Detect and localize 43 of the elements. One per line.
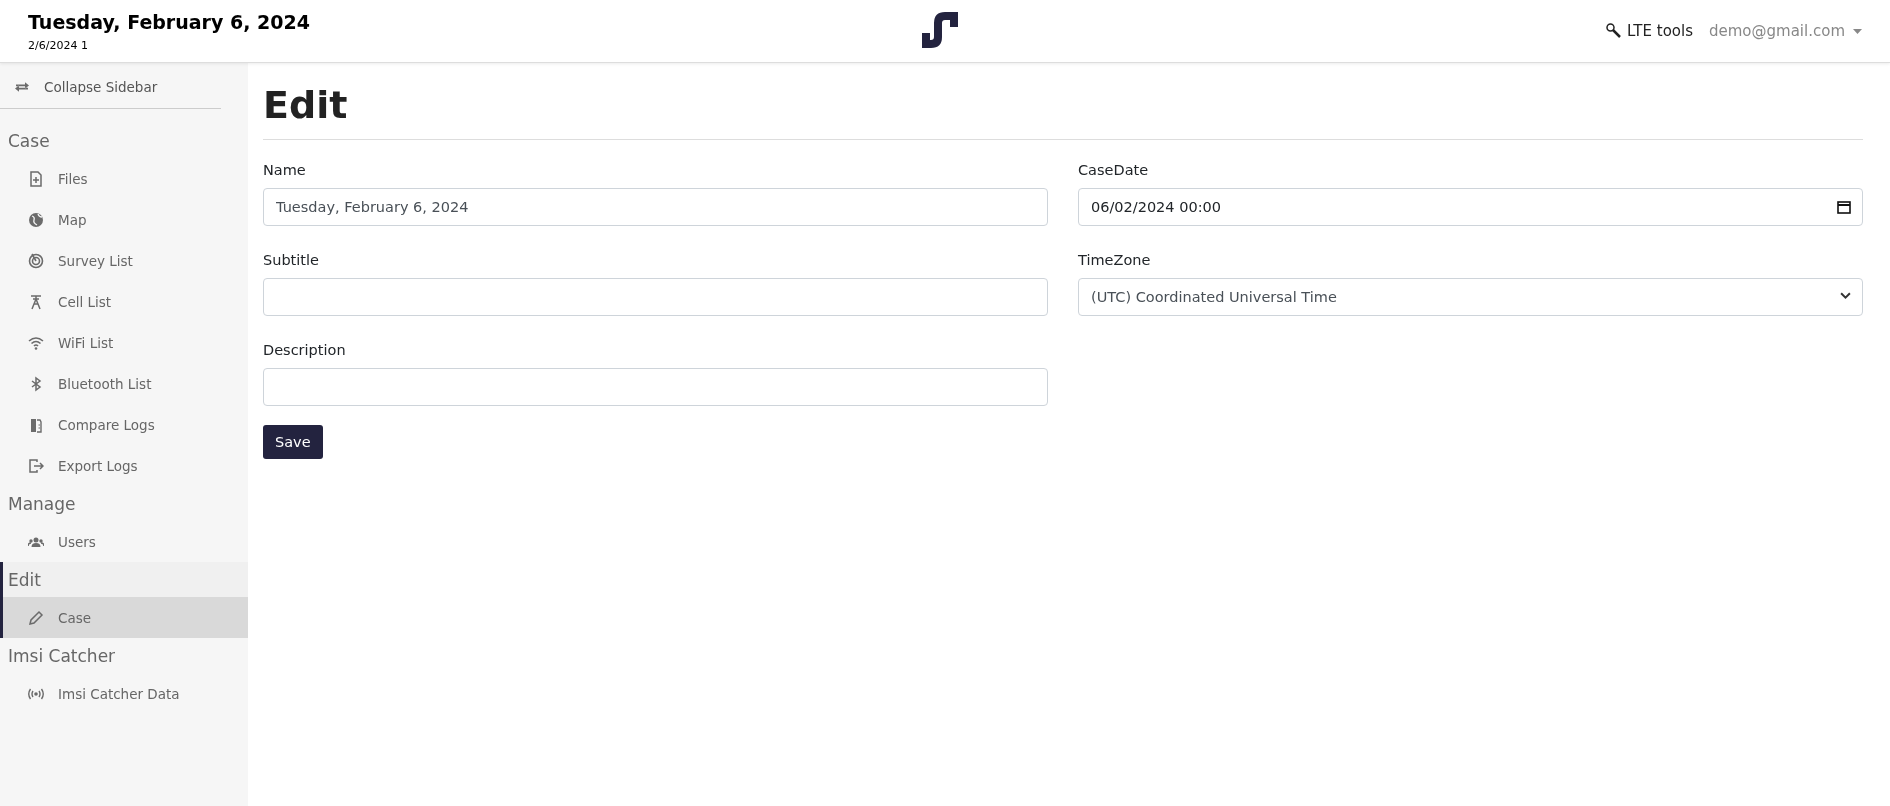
chevron-down-icon (1840, 290, 1851, 301)
sidebar-item[interactable]: Files (0, 158, 248, 199)
sidebar-section-heading: Manage (7, 493, 77, 516)
field-label: CaseDate (1078, 162, 1150, 178)
sidebar-item[interactable]: Case (0, 597, 248, 638)
globe-icon (28, 211, 44, 228)
sidebar-item[interactable]: Users (0, 521, 248, 562)
timezone-select[interactable]: (UTC) Coordinated Universal Time (1078, 278, 1863, 316)
sidebar-item[interactable]: Map (0, 199, 248, 240)
pencil-icon (28, 609, 44, 626)
input-field[interactable]: Tuesday, February 6, 2024 (263, 188, 1048, 226)
wifi-icon (28, 334, 44, 351)
calendar-icon (1837, 200, 1851, 214)
caret-icon (1853, 28, 1862, 34)
field-label: Subtitle (263, 252, 320, 268)
sidebar-item[interactable]: Compare Logs (0, 404, 248, 445)
input-field[interactable] (263, 278, 1048, 316)
tower-icon (28, 293, 44, 310)
tools-link[interactable]: LTE tools (1606, 22, 1693, 40)
field-label: Name (263, 162, 307, 178)
export-icon (28, 457, 44, 474)
field-label: Description (263, 342, 347, 358)
save-button[interactable]: Save (263, 425, 323, 459)
input-field[interactable] (263, 368, 1048, 406)
compare-icon (28, 416, 44, 433)
date-field[interactable]: 06/02/2024 00:00 (1078, 188, 1863, 226)
sidebar-section-heading: Edit (0, 562, 248, 597)
sidebar-item[interactable]: WiFi List (0, 322, 248, 363)
sidebar-item[interactable]: Survey List (0, 240, 248, 281)
collapse-sidebar-button[interactable]: Collapse Sidebar (0, 63, 221, 109)
page-title: Edit (263, 83, 1863, 140)
sidebar-section-heading: Imsi Catcher (7, 645, 117, 668)
header-title: Tuesday, February 6, 2024 (28, 10, 310, 33)
sidebar-item[interactable]: Cell List (0, 281, 248, 322)
radar-icon (28, 252, 44, 269)
sidebar-section-heading: Case (7, 130, 51, 153)
sidebar-item[interactable]: Export Logs (0, 445, 248, 486)
header-subtitle: 2/6/2024 1 (28, 38, 89, 52)
field-label: TimeZone (1078, 252, 1152, 268)
file-plus-icon (28, 170, 44, 187)
sidebar-item[interactable]: Bluetooth List (0, 363, 248, 404)
user-menu[interactable]: demo@gmail.com (1709, 22, 1862, 40)
sidebar-item[interactable]: Imsi Catcher Data (0, 673, 248, 714)
